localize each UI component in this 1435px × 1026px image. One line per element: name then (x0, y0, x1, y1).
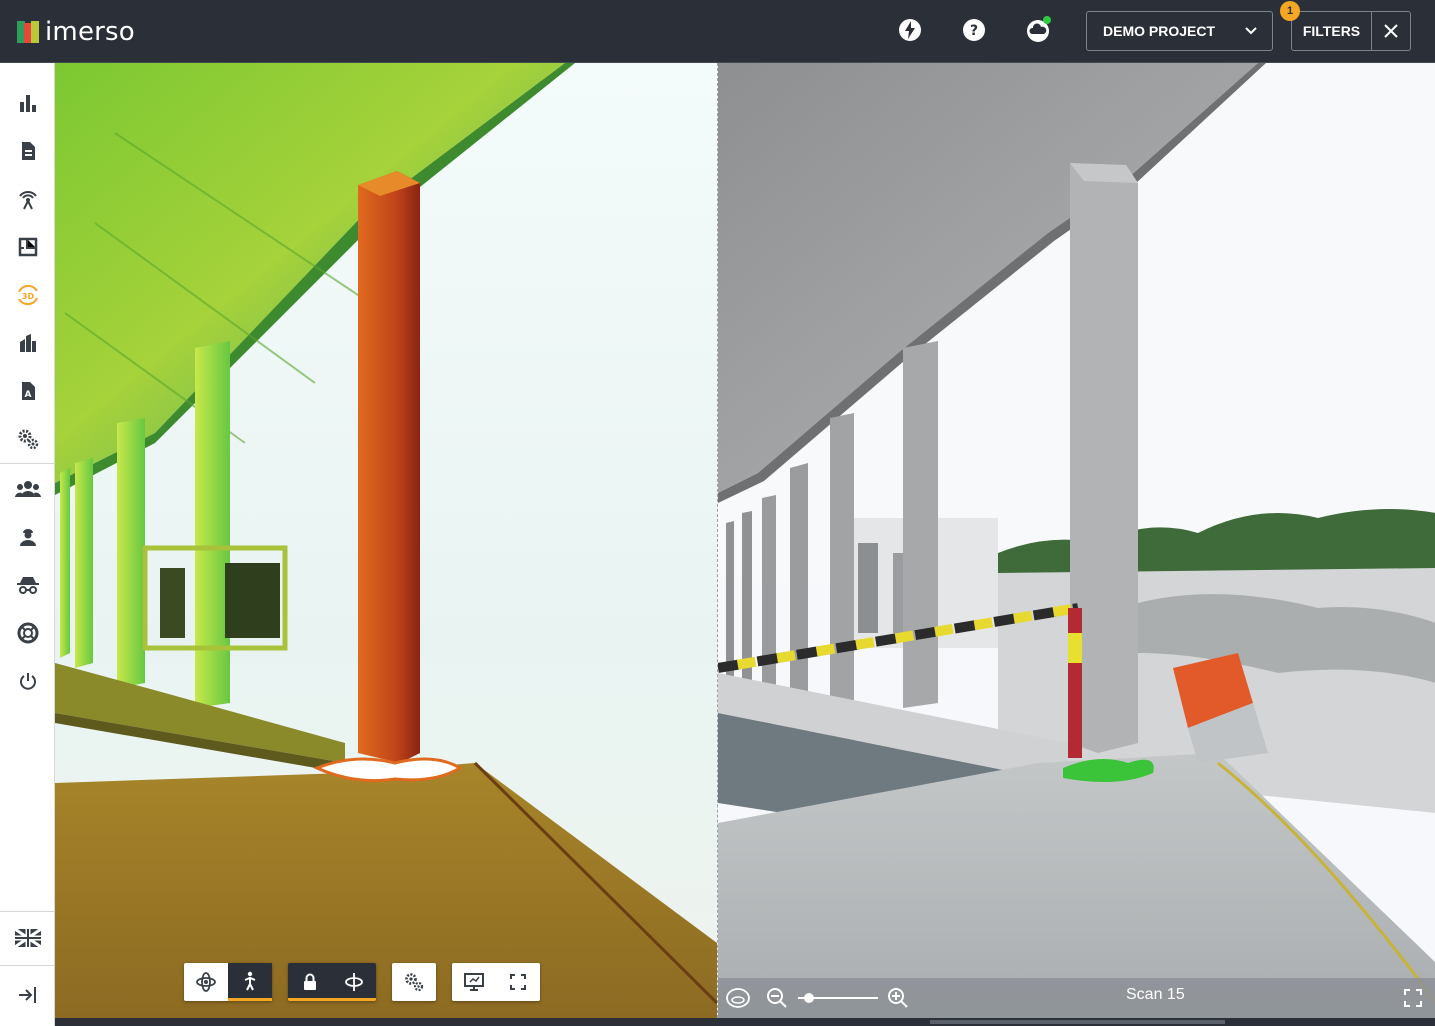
floorplan-icon (18, 237, 37, 257)
rotate-axis-icon (345, 973, 363, 991)
walk-icon (244, 971, 256, 990)
sidebar-item-support[interactable] (0, 613, 55, 653)
sidebar-item-spy[interactable] (0, 565, 55, 605)
sidebar-divider (0, 911, 55, 912)
group-icon (14, 481, 41, 497)
scanner-icon (18, 191, 37, 210)
project-select-value: DEMO PROJECT (1103, 23, 1216, 39)
lifebuoy-icon (17, 622, 38, 644)
settings-icon (405, 973, 424, 992)
sidebar-item-3d-viewer[interactable]: 3D (0, 275, 55, 315)
language-selector[interactable] (0, 918, 55, 958)
power-icon (19, 673, 36, 690)
report-icon: A (21, 382, 35, 400)
sidebar-item-settings[interactable] (0, 419, 55, 459)
zoom-in-button[interactable] (887, 987, 909, 1014)
panorama-eye-icon (726, 988, 750, 1008)
lock-icon (304, 973, 316, 990)
zoom-out-button[interactable] (766, 987, 788, 1014)
orbit-icon (196, 972, 216, 992)
3d-rotate-icon: 3D (17, 284, 38, 306)
imerso-logo[interactable]: imerso (17, 17, 135, 47)
sidebar-collapse-button[interactable] (0, 975, 55, 1015)
point-cloud-scene (55, 63, 717, 1018)
svg-text:A: A (24, 390, 31, 400)
rotate-axis-button[interactable] (332, 963, 376, 1001)
camera-lock-group (288, 963, 376, 1001)
sidebar-item-documents[interactable] (0, 131, 55, 171)
zoom-slider[interactable] (798, 993, 878, 1003)
document-icon (21, 142, 35, 160)
sidebar-item-scans[interactable] (0, 179, 55, 219)
sidebar-item-reports[interactable]: A (0, 371, 55, 411)
scan-photo (718, 63, 1435, 1018)
chevron-down-icon (1244, 23, 1258, 40)
view-toggle-button[interactable] (725, 986, 751, 1015)
sidebar-item-floorplan[interactable] (0, 227, 55, 267)
worker-icon (19, 529, 36, 546)
incognito-icon (16, 577, 39, 594)
fullscreen-icon (1404, 989, 1422, 1007)
gears-icon (18, 429, 38, 450)
cloud-status-icon[interactable] (1023, 15, 1053, 45)
sidebar-item-dashboard[interactable] (0, 83, 55, 123)
scan-label: Scan 15 (1126, 986, 1185, 1003)
viewer-settings-button[interactable] (392, 963, 436, 1001)
point-cloud-viewer[interactable] (55, 63, 717, 1018)
viewer-settings-group (392, 963, 436, 1001)
fullscreen-button[interactable] (496, 963, 540, 1001)
status-dot (1043, 16, 1051, 24)
sidebar-item-users[interactable] (0, 517, 55, 557)
filters-label: FILTERS (1302, 23, 1361, 39)
logo-mark-icon (17, 21, 39, 43)
svg-text:?: ? (970, 23, 978, 39)
sidebar-item-team[interactable] (0, 469, 55, 509)
brand-name: imerso (45, 17, 135, 47)
sidebar-divider (0, 463, 55, 464)
close-icon (1384, 24, 1398, 38)
sidebar-item-logout[interactable] (0, 661, 55, 701)
walk-button[interactable] (228, 963, 272, 1001)
filters-badge: 1 (1280, 1, 1300, 21)
sidebar: 3D A (0, 63, 55, 1026)
horizontal-scrollbar[interactable] (55, 1018, 1435, 1026)
fullscreen-icon (510, 974, 526, 990)
top-bar: imerso ? DEMO PROJECT FILTERS 1 (0, 0, 1435, 63)
bar-chart-icon (19, 95, 36, 112)
photo-fullscreen-button[interactable] (1403, 988, 1423, 1013)
building-icon (19, 334, 36, 352)
display-group (452, 963, 540, 1001)
zoom-out-icon (767, 988, 787, 1008)
collapse-icon (18, 987, 36, 1003)
orbit-button[interactable] (184, 963, 228, 1001)
sidebar-item-buildings[interactable] (0, 323, 55, 363)
help-icon[interactable]: ? (959, 15, 989, 45)
scrollbar-thumb[interactable] (930, 1020, 1225, 1024)
zoom-slider-thumb[interactable] (804, 993, 815, 1003)
screen-icon (464, 973, 484, 991)
filters-button[interactable]: FILTERS (1291, 11, 1371, 51)
svg-text:3D: 3D (21, 292, 34, 301)
project-select[interactable]: DEMO PROJECT (1086, 11, 1273, 51)
navigation-mode-group (184, 963, 272, 1001)
bolt-icon[interactable] (895, 15, 925, 45)
zoom-in-icon (888, 988, 908, 1008)
photo-viewer[interactable] (717, 63, 1435, 1018)
uk-flag-icon (14, 929, 41, 947)
filters-close-button[interactable] (1371, 11, 1411, 51)
lock-button[interactable] (288, 963, 332, 1001)
photo-viewer-bar (718, 978, 1435, 1018)
split-screen-button[interactable] (452, 963, 496, 1001)
sidebar-divider (0, 965, 55, 966)
